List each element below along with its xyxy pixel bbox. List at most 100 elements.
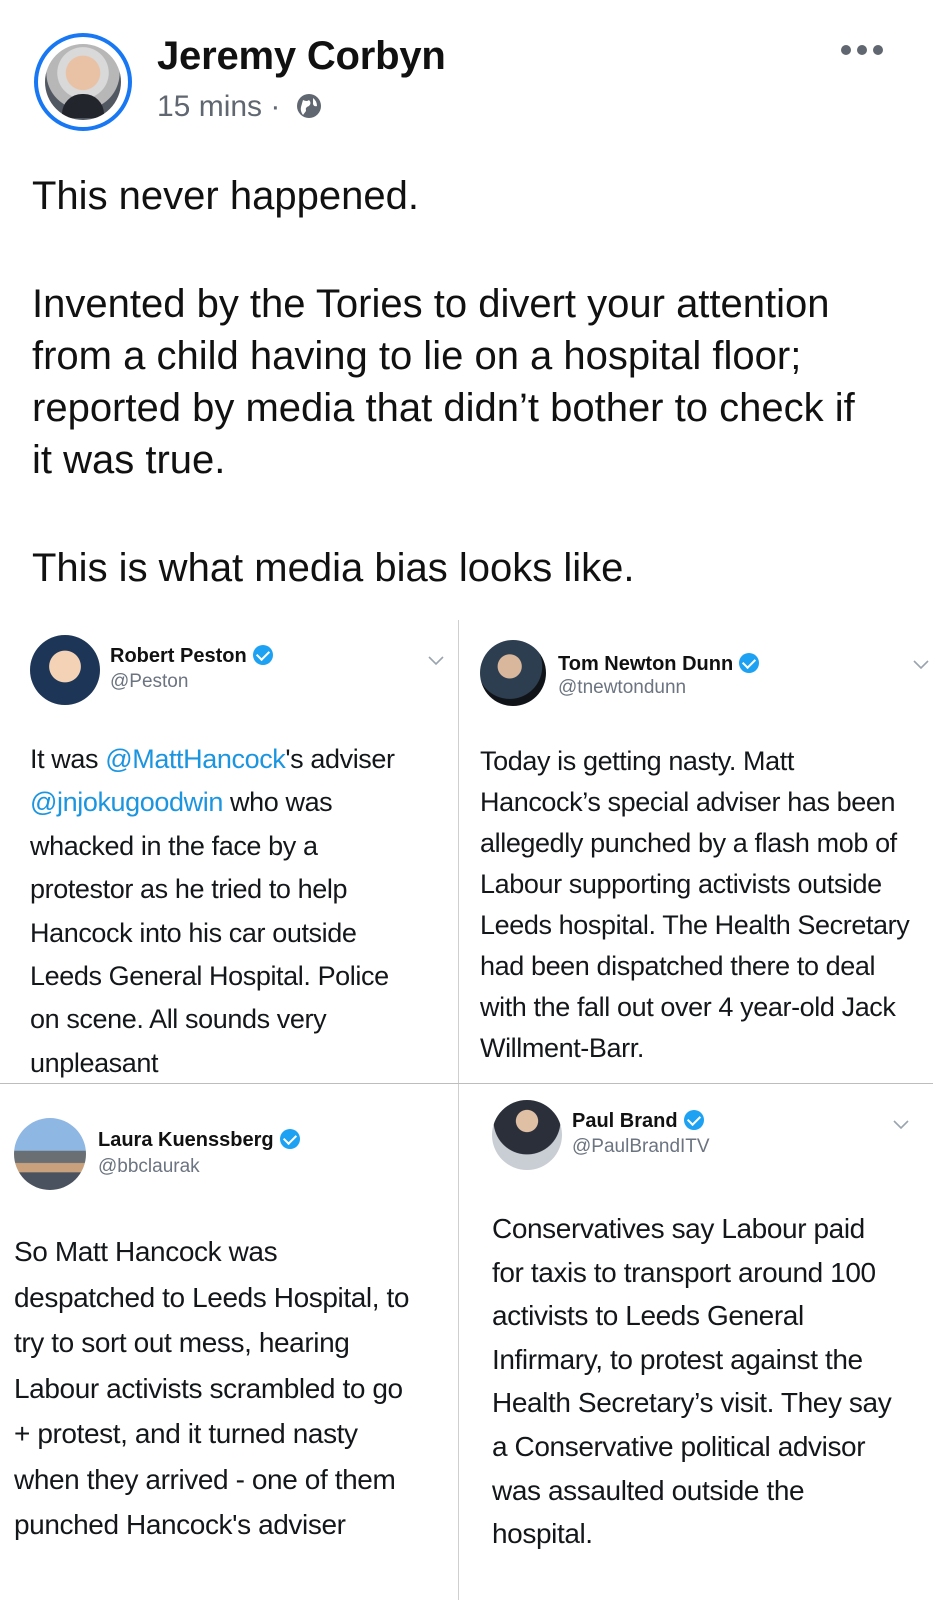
post-line: This never happened.	[32, 174, 419, 218]
post-line: from a child having to lie on a hospital…	[32, 334, 802, 378]
tweet-text-segment: Labour supporting activists outside	[480, 869, 882, 899]
tweet-text-line: Today is getting nasty. Matt	[480, 741, 909, 782]
tweet-text-line: It was @MattHancock's adviser	[30, 738, 395, 781]
tweet-text-line: Willment-Barr.	[480, 1028, 909, 1069]
tweet-author-name-text: Paul Brand	[572, 1110, 678, 1132]
tweet-text-segment: Hancock’s special adviser has been	[480, 787, 896, 817]
tweet-author-name: Laura Kuenssberg	[98, 1129, 300, 1152]
tweet-text-line: + protest, and it turned nasty	[14, 1411, 409, 1457]
mention-link[interactable]: @jnjokugoodwin	[30, 787, 223, 817]
tweet-text-segment: Infirmary, to protest against the	[492, 1343, 863, 1375]
tweet-author-name-text: Laura Kuenssberg	[98, 1129, 274, 1151]
tweet-avatar	[30, 635, 100, 705]
tweet-handle: @bbclaurak	[98, 1156, 200, 1177]
chevron-down-icon	[913, 660, 929, 670]
tweet-text-segment: with the fall out over 4 year-old Jack	[480, 992, 896, 1022]
tweet-author-name: Tom Newton Dunn	[558, 653, 760, 676]
tweet-author-name-text: Tom Newton Dunn	[558, 653, 734, 675]
verified-badge-icon	[252, 645, 273, 665]
tweet-text-segment: was assaulted outside the	[492, 1474, 805, 1506]
tweet-text-segment: Conservatives say Labour paid	[492, 1213, 865, 1244]
tweet-text: Conservatives say Labour paid for taxis t…	[492, 1207, 892, 1556]
tweet-avatar	[480, 640, 546, 706]
author-name[interactable]: Jeremy Corbyn	[157, 34, 446, 79]
tweet-avatar	[14, 1118, 86, 1190]
tweet-text-line: protestor as he tried to help	[30, 868, 395, 911]
tweet-text-line: Hancock into his car outside	[30, 912, 395, 955]
tweet-text-segment: hospital.	[492, 1518, 593, 1550]
tweet-text-line: Infirmary, to protest against the	[492, 1338, 891, 1382]
tweet-text-line: @jnjokugoodwin who was	[30, 781, 395, 824]
more-icon[interactable]	[838, 40, 886, 60]
tweet-text-segment: on scene. All sounds very	[30, 1004, 327, 1035]
post-time[interactable]: 15 mins	[157, 90, 262, 123]
tweet-text-line: for taxis to transport around 100	[492, 1251, 891, 1295]
tweet-text-segment: despatched to Leeds Hospital, to	[14, 1281, 410, 1313]
tweet-text-segment: unpleasant	[30, 1047, 159, 1078]
tweet-text-segment: punched Hancock's adviser	[14, 1509, 346, 1540]
post-paragraph: This never happened.	[32, 170, 922, 222]
tweet-text-segment: Willment-Barr.	[480, 1033, 644, 1063]
tweet-text-segment: + protest, and it turned nasty	[14, 1418, 358, 1449]
tweet-handle: @Peston	[110, 671, 189, 692]
verified-badge-icon	[279, 1129, 300, 1149]
post-line: Invented by the Tories to divert your at…	[32, 282, 830, 326]
tweet-avatar	[492, 1100, 562, 1170]
tweet-author-name-text: Robert Peston	[110, 645, 247, 667]
tweet-author-name: Robert Peston	[110, 645, 273, 668]
post-line: This is what media bias looks like.	[32, 546, 635, 590]
tweet-text-segment: whacked in the face by a	[30, 830, 318, 861]
tweet-text-line: activists to Leeds General	[492, 1294, 891, 1338]
tweet-text-line: hospital.	[492, 1512, 891, 1556]
chevron-down-icon	[893, 1120, 909, 1130]
vertical-divider	[458, 620, 459, 1600]
tweet-screenshots-image: Robert Peston @Peston It was @MattHancock'…	[0, 620, 950, 1600]
tweet-text-line: Labour activists scrambled to go	[14, 1366, 409, 1412]
tweet-text-line: whacked in the face by a	[30, 825, 395, 868]
post-meta: 15 mins ·	[157, 90, 323, 124]
tweet-text-segment: had been dispatched there to deal	[480, 951, 876, 981]
post-text: This never happened. Invented by the Tori…	[32, 170, 922, 594]
tweet-text: So Matt Hancock was despatched to Leeds H…	[14, 1229, 409, 1548]
tweet-text-segment: protestor as he tried to help	[30, 874, 348, 905]
tweet-text-segment: It was	[30, 744, 106, 774]
tweet-text-line: Conservatives say Labour paid	[492, 1207, 891, 1251]
tweet-text-line: Labour supporting activists outside	[480, 864, 909, 905]
tweet-text-line: punched Hancock's adviser	[14, 1502, 409, 1548]
tweet-text-segment: So Matt Hancock was	[14, 1236, 278, 1267]
chevron-down-icon	[428, 656, 444, 666]
tweet-text-segment: Health Secretary’s visit. They say	[492, 1387, 892, 1419]
tweet-text-segment: Today is getting nasty. Matt	[480, 746, 794, 776]
tweet-text-line: had been dispatched there to deal	[480, 946, 909, 987]
tweet-text-line: Health Secretary’s visit. They say	[492, 1381, 892, 1425]
tweet-text-line: So Matt Hancock was	[14, 1229, 409, 1275]
post-paragraph: Invented by the Tories to divert your at…	[32, 278, 922, 486]
tweet-text-segment: try to sort out mess, hearing	[14, 1327, 350, 1358]
mention-link[interactable]: @MattHancock	[105, 744, 286, 774]
tweet-author-name: Paul Brand	[572, 1110, 704, 1133]
meta-separator: ·	[270, 90, 281, 123]
tweet-text-segment: for taxis to transport around 100	[492, 1256, 876, 1288]
tweet-handle: @PaulBrandITV	[572, 1136, 710, 1157]
tweet-handle: @tnewtondunn	[558, 677, 687, 698]
tweet-text-segment: allegedly punched by a flash mob of	[480, 828, 897, 858]
tweet-text-line: Leeds hospital. The Health Secretary	[480, 905, 910, 946]
post-header: Jeremy Corbyn 15 mins ·	[0, 0, 950, 150]
tweet-text-line: Leeds General Hospital. Police	[30, 955, 395, 998]
tweet-text-segment: activists to Leeds General	[492, 1300, 804, 1332]
tweet-text-line: try to sort out mess, hearing	[14, 1320, 409, 1366]
tweet-text-line: was assaulted outside the	[492, 1469, 891, 1513]
tweet-text-segment: when they arrived - one of them	[14, 1463, 396, 1495]
author-avatar[interactable]	[34, 33, 132, 131]
tweet-text-segment: who was	[222, 787, 333, 818]
post-line: reported by media that didn’t bother to …	[32, 386, 855, 430]
tweet-text-segment: a Conservative political advisor	[492, 1430, 866, 1462]
tweet-text-line: on scene. All sounds very	[30, 998, 395, 1041]
tweet-text-segment: Leeds hospital. The Health Secretary	[480, 910, 910, 940]
globe-icon[interactable]	[295, 92, 323, 120]
tweet-text-line: a Conservative political advisor	[492, 1425, 891, 1469]
tweet-text-segment: Hancock into his car outside	[30, 917, 357, 948]
avatar-photo	[45, 44, 121, 120]
